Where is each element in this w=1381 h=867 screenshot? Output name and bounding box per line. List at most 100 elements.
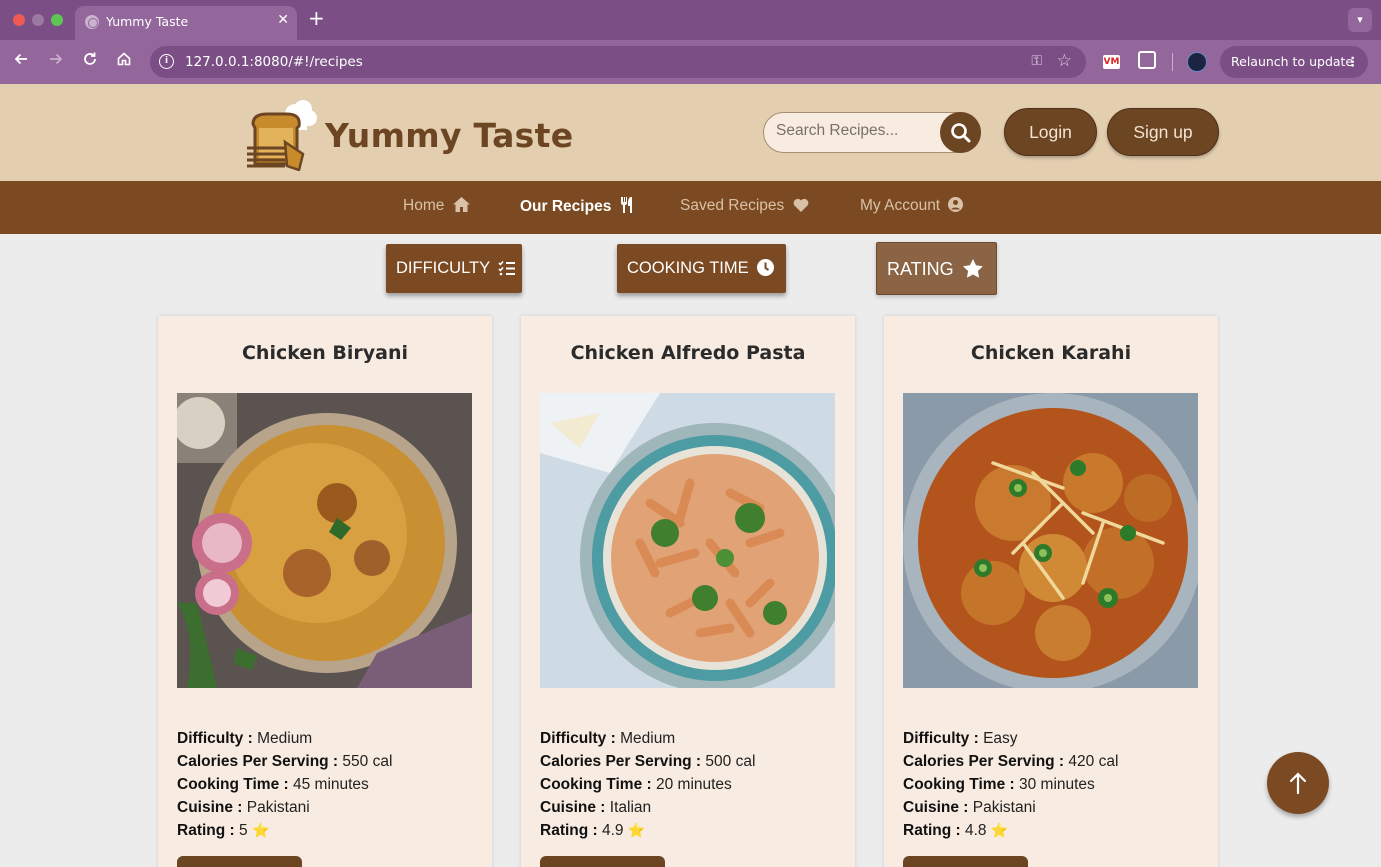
bookmark-star-icon[interactable]: ☆ [1057, 51, 1072, 71]
back-arrow-icon[interactable] [10, 51, 32, 73]
site-info-icon[interactable]: i [159, 54, 174, 69]
cuisine-value: Pakistani [246, 799, 310, 816]
maximize-window-button[interactable] [51, 14, 63, 26]
recipe-card[interactable]: Chicken Alfredo Pasta Difficulty : Mediu… [521, 316, 855, 867]
cooking-time-label: Cooking Time : [540, 776, 652, 793]
difficulty-label: Difficulty : [540, 730, 616, 747]
utensils-icon [620, 197, 632, 213]
recipe-details: Difficulty : Medium Calories Per Serving… [540, 727, 755, 842]
difficulty-value: Easy [983, 730, 1018, 747]
calories-label: Calories Per Serving : [177, 753, 339, 770]
toast-logo-icon[interactable] [243, 96, 323, 172]
heart-icon [793, 198, 808, 212]
address-bar[interactable]: i 127.0.0.1:8080/#!/recipes ⚿ ☆ [150, 46, 1086, 78]
close-window-button[interactable] [13, 14, 25, 26]
search-bar [763, 112, 981, 153]
rating-star-icon: ⭐ [251, 822, 270, 838]
home-icon[interactable] [113, 51, 135, 73]
user-circle-icon [948, 197, 964, 212]
rating-filter-label: RATING [887, 259, 954, 279]
rating-star-icon: ⭐ [990, 822, 1009, 838]
cooking-time-filter-button[interactable]: COOKING TIME [617, 244, 786, 293]
recipe-title[interactable]: Chicken Alfredo Pasta [521, 342, 855, 364]
globe-icon [85, 15, 99, 29]
nav-home-label: Home [403, 197, 445, 214]
nav-my-account[interactable]: My Account [860, 197, 964, 215]
difficulty-value: Medium [620, 730, 676, 747]
cooking-time-value: 45 minutes [292, 776, 369, 793]
key-icon[interactable]: ⚿ [1031, 53, 1042, 69]
view-recipe-button[interactable] [540, 856, 665, 867]
browser-tabstrip: Yummy Taste ✕ + ▾ [0, 0, 1381, 40]
recipe-card[interactable]: Chicken Karahi Difficulty: Easy Calorie… [884, 316, 1218, 867]
rating-filter-button[interactable]: RATING [876, 242, 997, 295]
search-icon [951, 123, 971, 143]
calories-value: 550 cal [342, 753, 393, 770]
recipe-image-karahi[interactable] [903, 393, 1198, 688]
rating-value: 4.9 [602, 822, 624, 839]
nav-saved-recipes[interactable]: Saved Recipes [680, 197, 809, 215]
scroll-to-top-button[interactable] [1267, 752, 1329, 814]
rating-label: Rating : [903, 822, 961, 839]
cuisine-value: Italian [609, 799, 652, 816]
extensions-puzzle-icon[interactable] [1138, 51, 1156, 69]
browser-tab[interactable]: Yummy Taste ✕ [75, 6, 297, 40]
cuisine-label: Cuisine : [540, 799, 606, 816]
calories-value: 420 cal [1068, 753, 1119, 770]
recipe-card[interactable]: Chicken Biryani Difficulty : Medium Calo… [158, 316, 492, 867]
recipe-details: Difficulty : Easy Calories Per Serving :… [903, 727, 1118, 842]
main-nav: Home Our Recipes Saved Recipes My Accoun… [0, 181, 1381, 234]
forward-arrow-icon[interactable] [45, 51, 67, 73]
rating-value: 5 [239, 822, 248, 839]
nav-recipes-label: Our Recipes [520, 198, 612, 215]
login-button[interactable]: Login [1004, 108, 1097, 156]
recipe-title[interactable]: Chicken Biryani [158, 342, 492, 364]
reload-icon[interactable] [79, 51, 101, 73]
difficulty-label: Difficulty : [177, 730, 253, 747]
recipe-image-alfredo-pasta[interactable] [540, 393, 835, 688]
search-input[interactable] [776, 122, 926, 140]
rating-label: Rating : [540, 822, 598, 839]
clock-icon [757, 259, 775, 276]
calories-label: Calories Per Serving : [540, 753, 702, 770]
nav-saved-label: Saved Recipes [680, 197, 785, 214]
nav-our-recipes[interactable]: Our Recipes [520, 197, 634, 216]
cuisine-label: Cuisine : [903, 799, 969, 816]
relaunch-to-update-button[interactable]: Relaunch to update ⋮ [1220, 46, 1368, 78]
cuisine-value: Pakistani [972, 799, 1036, 816]
difficulty-label: Difficulty : [903, 730, 979, 747]
recipe-title[interactable]: Chicken Karahi [884, 342, 1218, 364]
rating-value: 4.8 [965, 822, 987, 839]
new-tab-button[interactable]: + [308, 8, 325, 28]
cooking-time-label: Cooking Time : [903, 776, 1015, 793]
list-check-icon [498, 260, 516, 276]
cooking-time-filter-label: COOKING TIME [627, 259, 749, 277]
more-vert-icon: ⋮ [1346, 54, 1360, 69]
rating-label: Rating : [177, 822, 235, 839]
profile-avatar[interactable] [1187, 52, 1207, 72]
view-recipe-button[interactable] [903, 856, 1028, 867]
calories-label: Calories Per Serving : [903, 753, 1065, 770]
minimize-window-button[interactable] [32, 14, 44, 26]
difficulty-filter-button[interactable]: DIFFICULTY [386, 244, 522, 293]
difficulty-filter-label: DIFFICULTY [396, 259, 490, 277]
logo-text[interactable]: Yummy Taste [325, 116, 573, 155]
view-recipe-button[interactable] [177, 856, 302, 867]
tab-title: Yummy Taste [106, 14, 189, 29]
site-header: Yummy Taste Login Sign up [0, 84, 1381, 181]
tab-search-chevron-icon[interactable]: ▾ [1348, 8, 1372, 32]
relaunch-label: Relaunch to update [1231, 54, 1354, 69]
cooking-time-value: 30 minutes [1018, 776, 1095, 793]
recipe-image-biryani[interactable] [177, 393, 472, 688]
house-icon [452, 197, 470, 212]
close-tab-icon[interactable]: ✕ [277, 12, 289, 28]
nav-home[interactable]: Home [403, 197, 470, 215]
nav-account-label: My Account [860, 197, 941, 214]
search-button[interactable] [940, 112, 981, 153]
url-text: 127.0.0.1:8080/#!/recipes [185, 54, 363, 70]
cuisine-label: Cuisine : [177, 799, 243, 816]
browser-toolbar: i 127.0.0.1:8080/#!/recipes ⚿ ☆ VM Relau… [0, 40, 1381, 84]
signup-button[interactable]: Sign up [1107, 108, 1219, 156]
vm-extension-icon[interactable]: VM [1103, 55, 1120, 69]
toolbar-divider [1172, 53, 1173, 71]
